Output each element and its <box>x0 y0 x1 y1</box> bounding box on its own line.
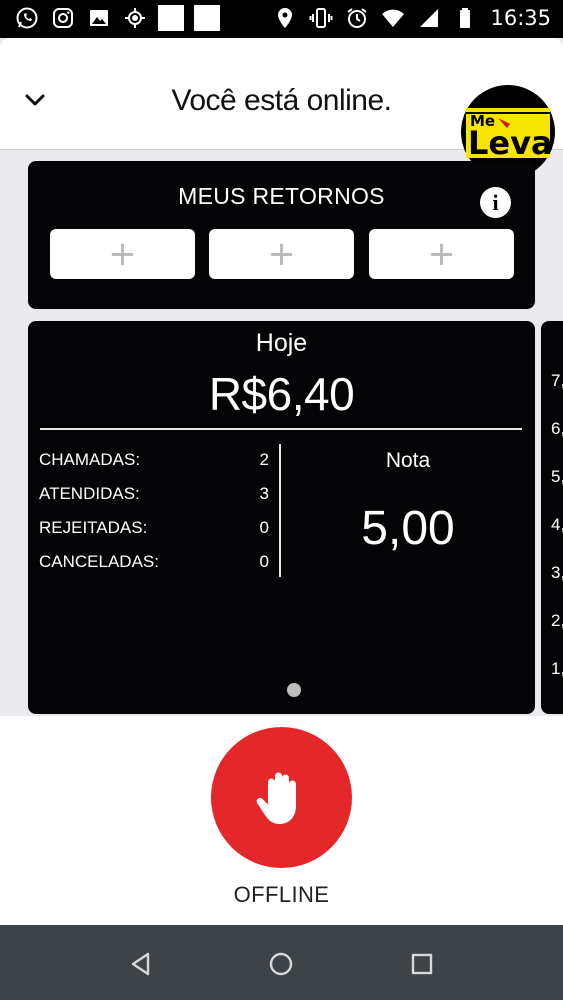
recents-icon[interactable] <box>405 947 439 981</box>
return-slot-3[interactable]: + <box>369 229 514 279</box>
whatsapp-icon <box>14 5 40 31</box>
offline-label: OFFLINE <box>233 882 330 907</box>
chart-tick-label: 4, <box>551 515 563 534</box>
hand-stop-icon <box>256 772 296 824</box>
stat-row-atendidas: ATENDIDAS: 3 <box>39 484 269 508</box>
chart-tick-label: 5, <box>551 467 563 486</box>
stat-label: CANCELADAS: <box>39 552 159 571</box>
stat-value: 0 <box>259 552 269 571</box>
go-offline-button[interactable] <box>211 727 352 868</box>
stat-value: 3 <box>259 484 269 503</box>
stat-row-canceladas: CANCELADAS: 0 <box>39 552 269 576</box>
bottom-panel: OFFLINE <box>0 716 563 925</box>
battery-icon <box>452 5 478 31</box>
gps-icon <box>122 5 148 31</box>
clock: 16:35 <box>490 6 551 30</box>
chart-tick-label: 1, <box>551 659 563 678</box>
image-icon <box>86 5 112 31</box>
return-slot-2[interactable]: + <box>209 229 354 279</box>
alarm-icon <box>344 5 370 31</box>
divider <box>40 428 522 430</box>
stat-value: 2 <box>259 450 269 469</box>
today-summary-card[interactable]: Hoje R$6,40 CHAMADAS: 2 ATENDIDAS: 3 REJ… <box>28 321 535 714</box>
chart-tick-label: 2, <box>551 611 563 630</box>
stat-label: REJEITADAS: <box>39 518 148 537</box>
chart-tick-label: 6, <box>551 419 563 438</box>
navigation-bar <box>0 925 563 1000</box>
page-indicator-dot <box>287 683 301 697</box>
earnings-value: R$6,40 <box>208 368 355 420</box>
rating-label: Nota <box>385 449 431 472</box>
back-icon[interactable] <box>124 947 158 981</box>
instagram-icon <box>50 5 76 31</box>
stat-label: CHAMADAS: <box>39 450 141 469</box>
return-slot-1[interactable]: + <box>50 229 195 279</box>
chart-tick-label: 7, <box>551 371 563 390</box>
app-header: Você está online. Me Leva <box>0 38 563 179</box>
vibrate-icon <box>308 5 334 31</box>
logo-leva-text: Leva <box>468 124 553 162</box>
returns-title: MEUS RETORNOS <box>178 183 385 209</box>
next-chart-card[interactable]: 7, 6, 5, 4, 3, 2, 1, <box>541 321 563 714</box>
info-icon[interactable]: i <box>480 187 511 218</box>
home-icon[interactable] <box>264 947 298 981</box>
returns-card: MEUS RETORNOS i + + + <box>28 161 535 309</box>
stat-row-chamadas: CHAMADAS: 2 <box>39 450 269 474</box>
status-bar: 16:35 <box>0 0 563 38</box>
blank-notification-icon <box>158 5 184 31</box>
stat-value: 0 <box>259 518 269 537</box>
divider-vertical <box>279 444 281 577</box>
stat-row-rejeitadas: REJEITADAS: 0 <box>39 518 269 542</box>
location-icon <box>272 5 298 31</box>
blank-notification-icon <box>194 5 220 31</box>
rating-value: 5,00 <box>361 502 455 555</box>
system-icons: 16:35 <box>272 5 551 31</box>
notification-icons <box>14 5 220 31</box>
chart-tick-label: 3, <box>551 563 563 582</box>
period-label: Hoje <box>255 329 308 357</box>
stat-label: ATENDIDAS: <box>39 484 140 503</box>
wifi-icon <box>380 5 406 31</box>
signal-icon <box>416 5 442 31</box>
